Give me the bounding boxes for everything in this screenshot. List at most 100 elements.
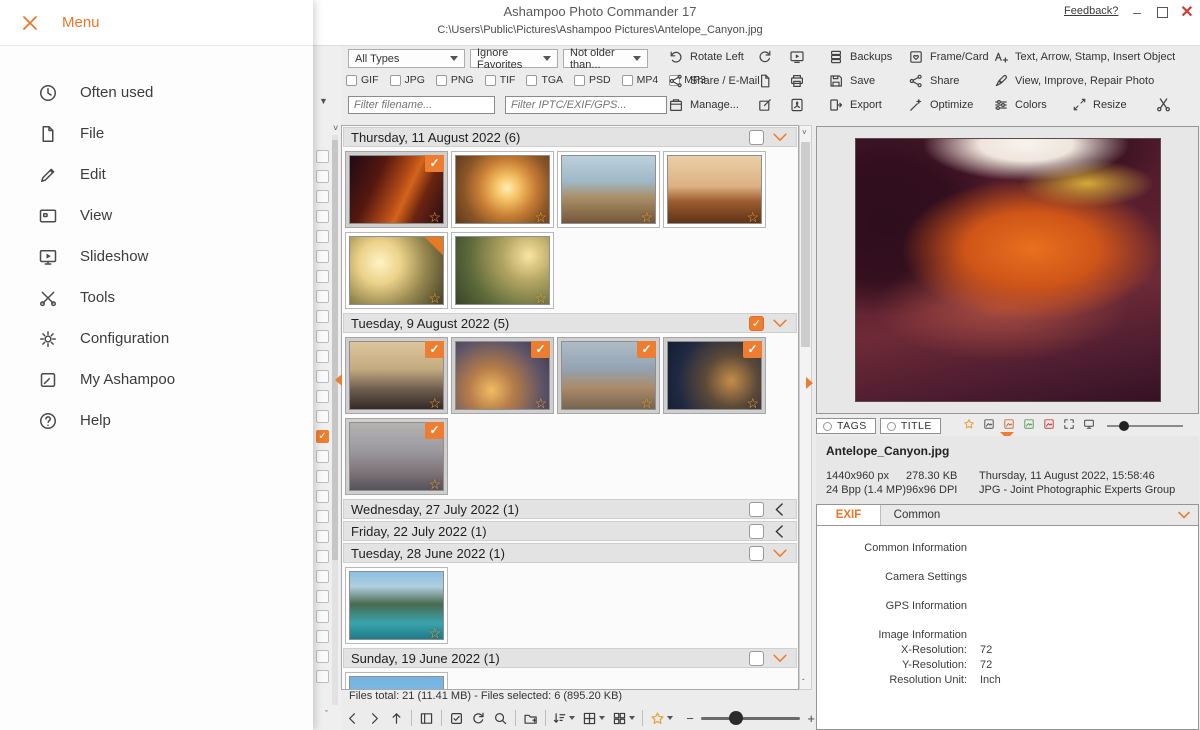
crop-button[interactable] [1155, 96, 1172, 113]
chevron-down-icon[interactable] [770, 650, 790, 667]
strip-checkbox[interactable] [316, 670, 329, 683]
img-swap-button[interactable] [1043, 417, 1055, 435]
browser-scrollbar-thumb[interactable] [801, 142, 810, 347]
tags-toggle-button[interactable]: TAGS [816, 418, 876, 434]
favorite-star-icon[interactable]: ☆ [746, 210, 759, 224]
strip-checkbox[interactable] [316, 410, 329, 423]
strip-checkbox[interactable] [316, 250, 329, 263]
sort-button[interactable] [552, 711, 575, 726]
strip-checkbox[interactable] [316, 530, 329, 543]
zoom-in-button[interactable]: + [807, 711, 815, 726]
export-button[interactable]: Export [828, 97, 882, 113]
strip-checkbox[interactable] [316, 630, 329, 643]
thumbnail-arch-sunlight[interactable]: ☆ [451, 151, 554, 228]
sidebar-item-my-ashampoo[interactable]: My Ashampoo [0, 359, 313, 400]
favorite-star-icon[interactable]: ☆ [746, 396, 759, 410]
scroll-down-icon[interactable]: ˇ [325, 709, 328, 719]
zoom-slider-track[interactable] [701, 717, 801, 720]
thumbnail-milan-cathedral[interactable]: ✓☆ [451, 337, 554, 414]
chev-left-button[interactable] [345, 711, 360, 726]
format-checkbox-tga[interactable]: TGA [526, 74, 563, 86]
favorite-star-icon[interactable]: ☆ [428, 396, 441, 410]
maximize-button[interactable] [1153, 3, 1171, 21]
thumbnail-florence-bridge[interactable]: ✓☆ [557, 337, 660, 414]
favorite-star-icon[interactable]: ☆ [640, 210, 653, 224]
thumbnail-tent-sunrise[interactable]: ☆ [345, 232, 448, 309]
strip-checkbox[interactable] [316, 290, 329, 303]
strip-scrollbar-thumb[interactable] [332, 140, 338, 560]
strip-checkbox[interactable] [316, 370, 329, 383]
selected-check-icon[interactable]: ✓ [425, 341, 444, 358]
selected-check-icon[interactable]: ✓ [637, 341, 656, 358]
strip-checkbox[interactable] [316, 310, 329, 323]
favorite-star-icon[interactable]: ☆ [534, 396, 547, 410]
strip-checkbox[interactable] [316, 470, 329, 483]
chevron-down-icon[interactable] [1176, 507, 1192, 523]
format-checkbox-png[interactable]: PNG [436, 74, 474, 86]
strip-checkbox[interactable] [316, 390, 329, 403]
format-checkbox-mp4[interactable]: MP4 [622, 74, 659, 86]
age-filter-select[interactable]: Not older than... [563, 49, 648, 68]
group-select-checkbox[interactable] [749, 502, 764, 517]
chevron-down-icon[interactable] [770, 129, 790, 146]
resize-button[interactable]: Resize [1072, 97, 1127, 112]
filter-iptc-exif-gps-input[interactable] [505, 96, 667, 114]
backups-button[interactable]: Backups [828, 49, 892, 65]
favorites-filter-select[interactable]: Ignore Favorites [470, 49, 558, 68]
strip-checkbox[interactable] [316, 270, 329, 283]
file-type-select[interactable]: All Types [348, 49, 465, 68]
refresh-button[interactable] [471, 711, 486, 726]
strip-checkbox[interactable] [316, 170, 329, 183]
strip-checkbox[interactable] [316, 190, 329, 203]
page-button[interactable] [757, 73, 774, 90]
save-button[interactable]: Save [828, 73, 875, 89]
folder-plus-button[interactable] [523, 711, 538, 726]
selected-check-icon[interactable]: ✓ [425, 422, 444, 439]
sidebar-item-often-used[interactable]: Often used [0, 72, 313, 113]
text-arrow-stamp-insert-object-button[interactable]: Text, Arrow, Stamp, Insert Object [993, 49, 1175, 65]
minimize-button[interactable]: – [1128, 3, 1146, 21]
img-swap-button[interactable] [1023, 417, 1035, 435]
strip-checkbox[interactable] [316, 510, 329, 523]
splitter-collapse-left-arrow[interactable] [335, 374, 342, 386]
scroll-down-icon[interactable]: ˇ [802, 678, 805, 687]
arrow-up-button[interactable] [389, 711, 404, 726]
group-header[interactable]: Wednesday, 27 July 2022 (1) [343, 499, 797, 519]
frame-card-button[interactable]: Frame/Card [908, 49, 989, 65]
group-select-checkbox[interactable] [749, 524, 764, 539]
strip-checkbox[interactable] [316, 350, 329, 363]
close-button[interactable]: ✕ [1178, 3, 1196, 21]
chevron-down-icon[interactable] [770, 315, 790, 332]
sidebar-item-configuration[interactable]: Configuration [0, 318, 313, 359]
preview-zoom-knob[interactable] [1119, 421, 1129, 431]
group-header[interactable]: Tuesday, 9 August 2022 (5)✓ [343, 313, 797, 333]
sidebar-item-help[interactable]: Help [0, 400, 313, 441]
selected-check-icon[interactable]: ✓ [531, 341, 550, 358]
splitter-collapse-right-arrow[interactable] [806, 377, 813, 389]
chevron-down-icon[interactable]: ▼ [319, 96, 328, 106]
group-header[interactable]: Thursday, 11 August 2022 (6) [343, 127, 797, 147]
sidebar-item-view[interactable]: View [0, 195, 313, 236]
checkbox-check-button[interactable] [449, 711, 464, 726]
img-swap-button[interactable] [983, 417, 995, 435]
strip-checkbox[interactable] [316, 650, 329, 663]
thumbs-button[interactable] [612, 711, 635, 726]
group-select-checkbox[interactable]: ✓ [749, 316, 764, 331]
group-header[interactable]: Tuesday, 28 June 2022 (1) [343, 543, 797, 563]
expand-button[interactable] [1063, 417, 1075, 435]
star-button[interactable] [650, 711, 673, 726]
colors-button[interactable]: Colors [993, 97, 1047, 113]
thumbnail-antelope-canyon[interactable]: ✓☆ [345, 151, 448, 228]
strip-checkbox[interactable] [316, 550, 329, 563]
zoom-out-button[interactable]: − [686, 711, 694, 726]
strip-checkbox[interactable] [316, 610, 329, 623]
selected-check-icon[interactable]: ✓ [743, 341, 762, 358]
group-select-checkbox[interactable] [749, 651, 764, 666]
scroll-up-icon[interactable]: ˅ [333, 123, 338, 133]
favorite-star-icon[interactable]: ☆ [428, 291, 441, 305]
thumbnail-monument-valley[interactable]: ☆ [663, 151, 766, 228]
sidebar-item-tools[interactable]: Tools [0, 277, 313, 318]
pdf-button[interactable] [789, 97, 806, 114]
thumbnail-manarola-night[interactable]: ✓☆ [663, 337, 766, 414]
grid-button[interactable] [582, 711, 605, 726]
